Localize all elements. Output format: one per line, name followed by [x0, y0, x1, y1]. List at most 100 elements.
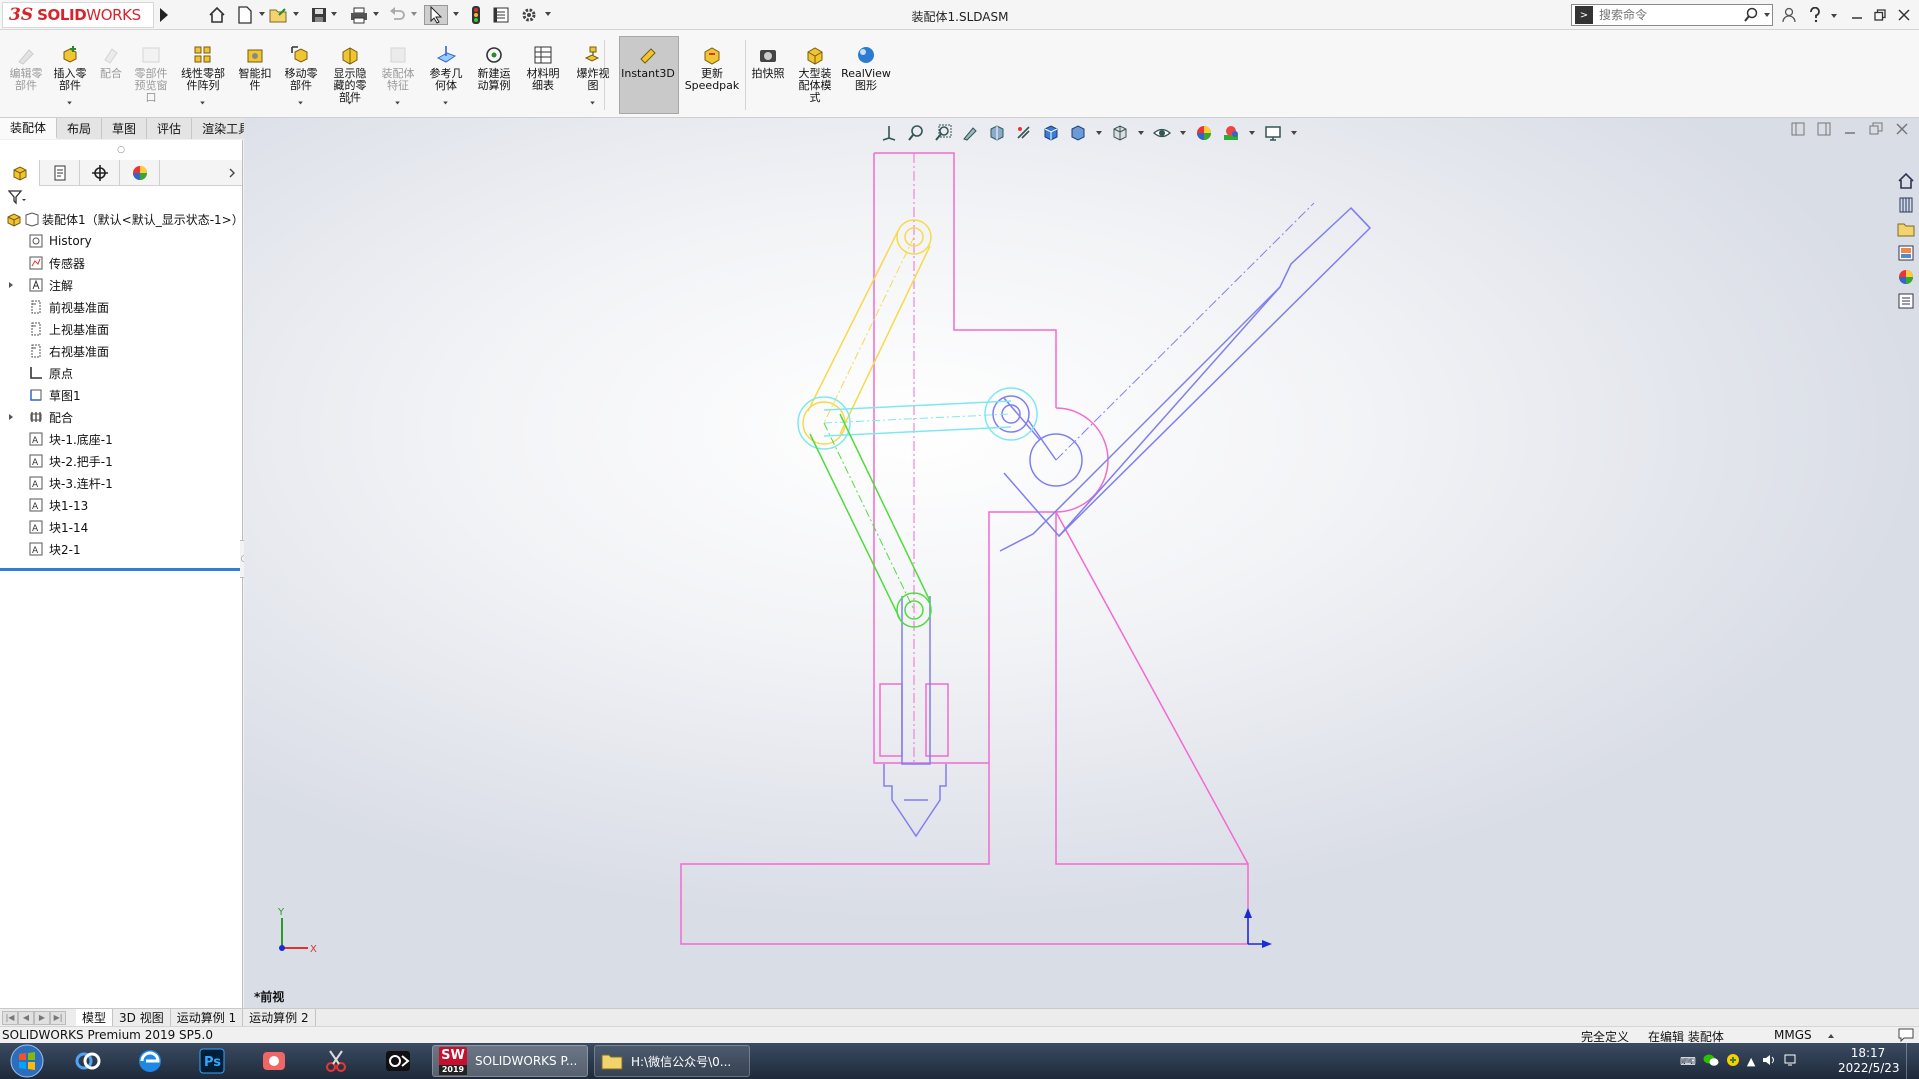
chevron-down-icon[interactable] [1830, 12, 1838, 20]
sketch-canvas[interactable]: Y X [244, 118, 1919, 1008]
tree-item[interactable]: 草图1 [0, 384, 242, 406]
taskbar-clock[interactable]: 18:17 2022/5/23 [1838, 1046, 1900, 1076]
wechat-icon[interactable] [1703, 1053, 1719, 1070]
chat-balloon-icon[interactable] [1898, 1028, 1914, 1042]
network-icon[interactable] [1783, 1053, 1797, 1070]
minimize-icon[interactable] [1843, 122, 1857, 136]
media-player-icon[interactable] [246, 1045, 302, 1077]
tab-3[interactable]: 评估 [147, 118, 193, 139]
photoshop-icon[interactable]: Ps [184, 1045, 240, 1077]
chevron-down-icon[interactable] [410, 10, 418, 18]
chevron-down-icon[interactable] [544, 10, 552, 18]
dynamic-annotation-icon[interactable] [1013, 122, 1035, 144]
file-properties-icon[interactable] [490, 5, 512, 25]
search-icon[interactable] [1743, 7, 1759, 23]
view-palette-icon[interactable] [1895, 242, 1917, 264]
toolbar-linear-pattern-button[interactable]: 线性零部 件阵列 [173, 44, 233, 92]
chevron-down-icon[interactable] [442, 100, 449, 106]
chevron-down-icon[interactable] [346, 100, 353, 106]
solidworks-resources-home-icon[interactable] [1895, 170, 1917, 192]
print-icon[interactable] [348, 5, 370, 25]
feature-manager-tab-icon[interactable] [0, 160, 40, 186]
windows-start-button[interactable] [4, 1044, 50, 1078]
new-document-icon[interactable] [234, 5, 256, 25]
zoom-to-area-icon[interactable] [932, 122, 954, 144]
next-tab-arrow-icon[interactable]: ▶ [34, 1010, 50, 1025]
view-orientation-triad-icon[interactable] [878, 122, 900, 144]
prev-tab-arrow-icon[interactable]: ◀ [18, 1010, 34, 1025]
solidworks-logo[interactable]: 3S SOLIDWORKS [2, 2, 154, 28]
section-view-icon[interactable] [986, 122, 1008, 144]
property-manager-tab-icon[interactable] [40, 160, 80, 186]
apply-scene-icon[interactable] [1220, 122, 1242, 144]
custom-properties-icon[interactable] [1895, 290, 1917, 312]
browser-icon[interactable] [122, 1045, 178, 1077]
split-right-icon[interactable] [1817, 122, 1831, 136]
chevron-down-icon[interactable] [330, 10, 338, 18]
search-input[interactable] [1599, 8, 1739, 22]
hide-show-eye-icon[interactable] [1151, 122, 1173, 144]
chevron-down-icon[interactable] [292, 10, 300, 18]
handle-sketch-block[interactable] [883, 202, 1372, 838]
tree-item[interactable]: 上视基准面 [0, 318, 242, 340]
filter-icon[interactable] [0, 186, 242, 208]
tree-item[interactable]: A 块2-1 [0, 538, 242, 560]
graphics-area[interactable]: Y X *前视 [244, 118, 1919, 1008]
split-left-icon[interactable] [1791, 122, 1805, 136]
restore-icon[interactable] [1869, 4, 1891, 26]
chevron-down-icon[interactable] [1094, 122, 1104, 144]
security-shield-icon[interactable] [1726, 1053, 1740, 1070]
tab-0[interactable]: 装配体 [0, 118, 58, 139]
chevron-down-icon[interactable] [1247, 122, 1257, 144]
toolbar-realview-button[interactable]: RealView 图形 [836, 44, 896, 92]
tree-item[interactable]: 原点 [0, 362, 242, 384]
toolbar-exploded-view-button[interactable]: 爆炸视 图 [563, 44, 623, 92]
tree-item[interactable]: A 块-3.连杆-1 [0, 472, 242, 494]
chevron-down-icon[interactable] [199, 100, 206, 106]
tree-item[interactable]: 右视基准面 [0, 340, 242, 362]
chevron-down-icon[interactable] [1178, 122, 1188, 144]
view-settings-icon[interactable] [1262, 122, 1284, 144]
flyout-arrow-icon[interactable] [158, 6, 170, 24]
chevron-down-icon[interactable] [372, 10, 380, 18]
configuration-manager-tab-icon[interactable] [80, 160, 120, 186]
help-icon[interactable] [1804, 4, 1826, 26]
chevron-down-icon[interactable] [452, 10, 460, 18]
search-commands-box[interactable]: > [1571, 4, 1773, 26]
base-sketch-block[interactable] [680, 152, 1249, 945]
minimize-icon[interactable] [1846, 4, 1868, 26]
chevron-down-icon[interactable] [589, 100, 596, 106]
undo-icon[interactable] [386, 5, 408, 25]
zoom-to-fit-icon[interactable] [905, 122, 927, 144]
volume-icon[interactable] [1762, 1053, 1776, 1070]
chevron-down-icon[interactable] [66, 100, 73, 106]
last-tab-arrow-icon[interactable]: ▶| [50, 1010, 66, 1025]
tree-item[interactable]: A 块-2.把手-1 [0, 450, 242, 472]
toolbar-component-preview-button[interactable]: 零部件 预览窗 口 [121, 44, 181, 104]
obs-recorder-icon[interactable] [370, 1045, 426, 1077]
first-tab-arrow-icon[interactable]: |◀ [2, 1010, 18, 1025]
toolbar-speedpak-button[interactable]: 更新 Speedpak [682, 44, 742, 92]
file-explorer-icon[interactable] [1895, 218, 1917, 240]
open-folder-icon[interactable] [268, 5, 290, 25]
tree-root-assembly[interactable]: 装配体1（默认<默认_显示状态-1>） [0, 208, 244, 230]
show-desktop-button[interactable] [1906, 1043, 1919, 1079]
design-library-icon[interactable] [1895, 194, 1917, 216]
edit-appearance-icon[interactable] [1193, 122, 1215, 144]
chevron-up-icon[interactable] [1827, 1032, 1835, 1040]
chevron-down-icon[interactable] [1289, 122, 1299, 144]
bottom-tab-2[interactable]: 运动算例 1 [171, 1008, 244, 1027]
chevron-right-icon[interactable] [222, 160, 242, 185]
hide-show-items-icon[interactable] [1109, 122, 1131, 144]
taskbar-window-button[interactable]: H:\微信公众号\0... [594, 1045, 750, 1077]
chevron-down-icon[interactable] [258, 10, 266, 18]
display-manager-tab-icon[interactable] [120, 160, 160, 186]
home-icon[interactable] [206, 5, 228, 25]
tree-item[interactable]: 注解 [0, 274, 242, 296]
close-icon[interactable] [1893, 4, 1915, 26]
user-account-icon[interactable] [1778, 4, 1800, 26]
green-link-block[interactable] [809, 413, 932, 628]
expand-arrow-icon[interactable] [7, 413, 15, 421]
chevron-down-icon[interactable] [297, 100, 304, 106]
tree-item[interactable]: 传感器 [0, 252, 242, 274]
